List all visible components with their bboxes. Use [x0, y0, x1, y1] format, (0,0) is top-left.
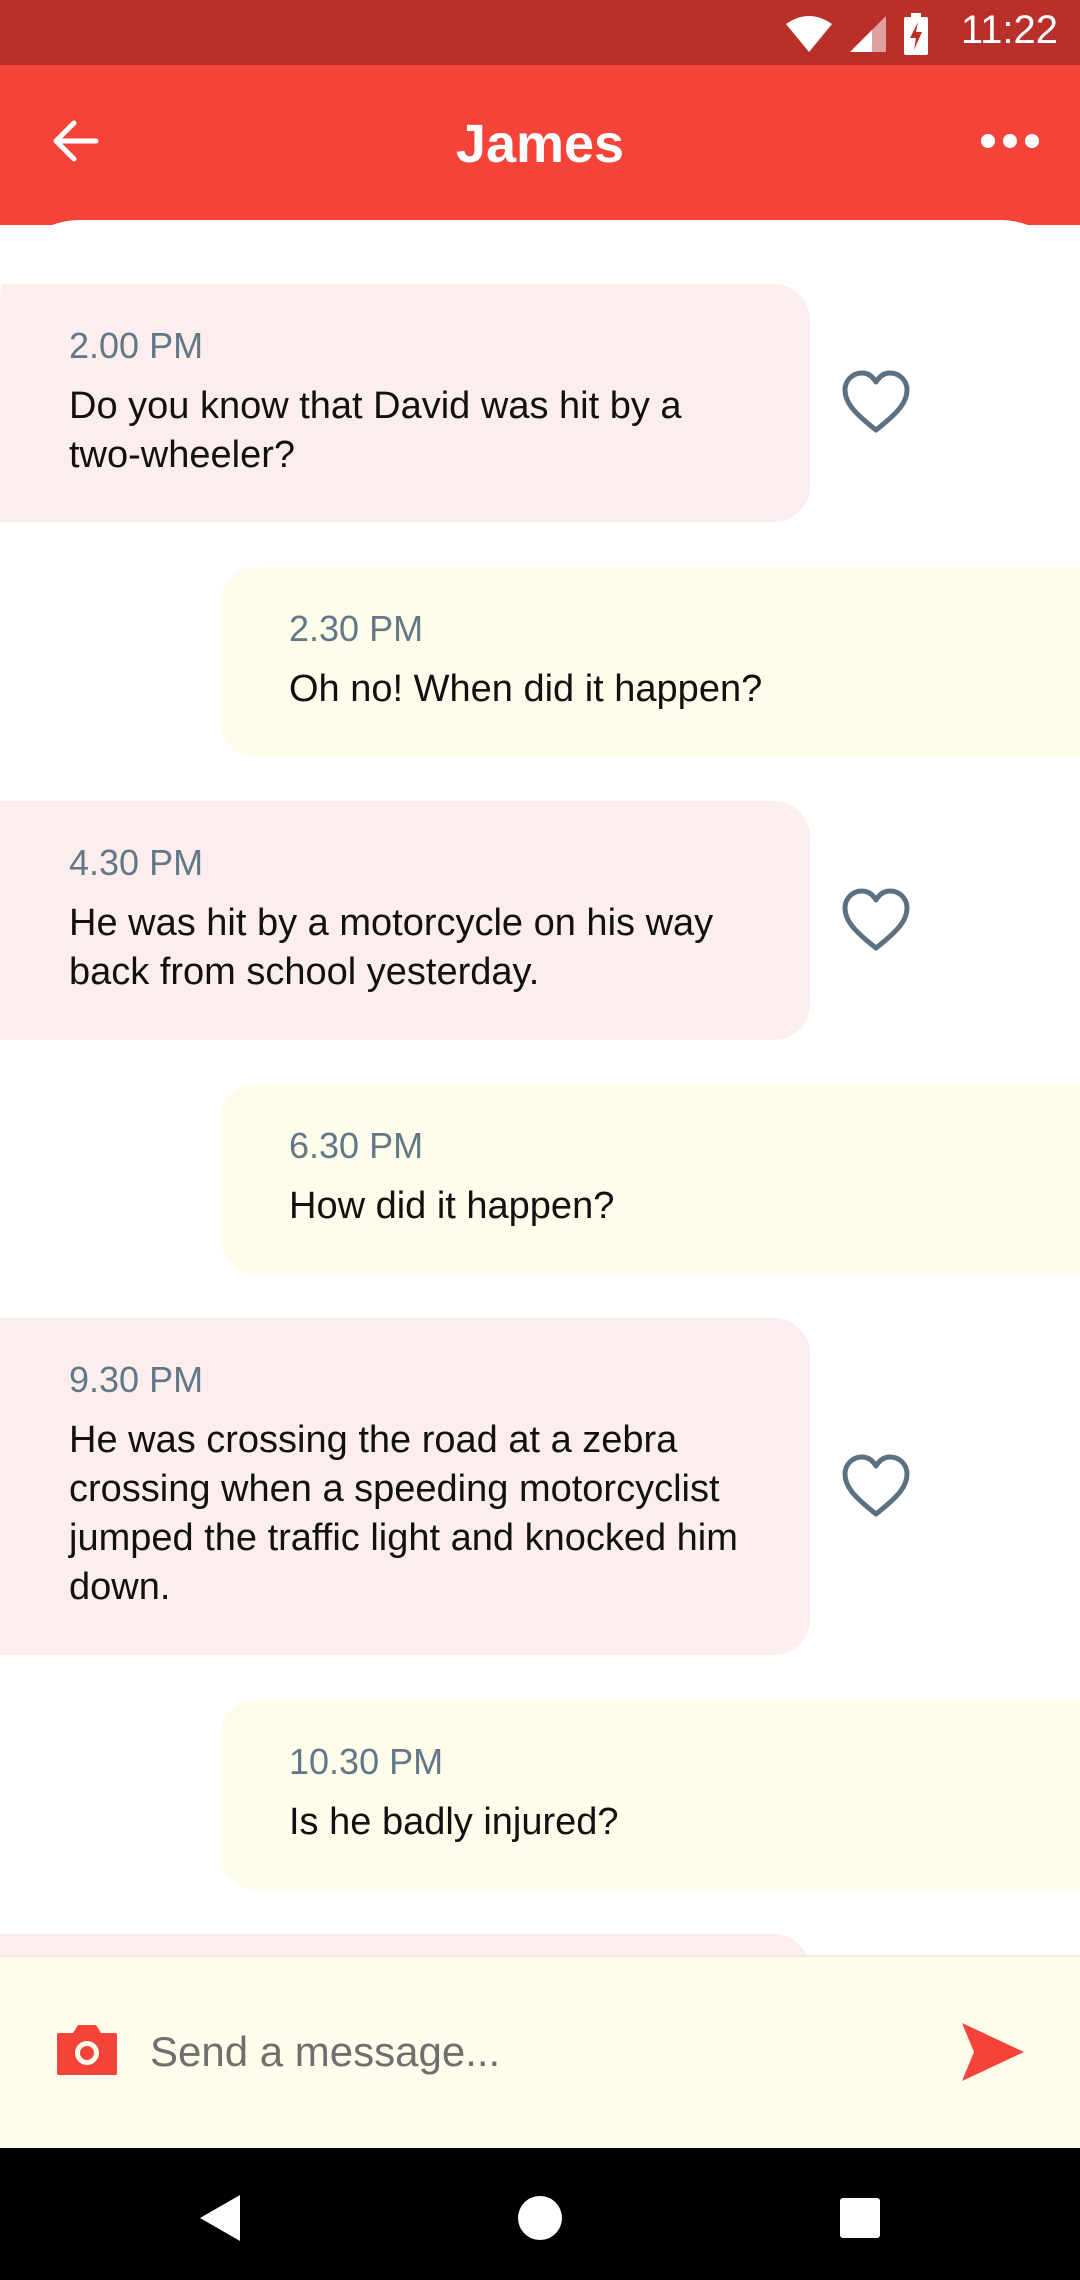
message-input[interactable]: [150, 2007, 910, 2097]
camera-icon: [57, 2025, 117, 2075]
nav-recents-button[interactable]: [830, 2188, 890, 2248]
outgoing-message: 10.30 PM Is he badly injured?: [220, 1700, 1080, 1890]
incoming-message: 2.00 PM Do you know that David was hit b…: [0, 284, 810, 522]
outgoing-message: 2.30 PM Oh no! When did it happen?: [220, 567, 1080, 757]
send-button[interactable]: [958, 2019, 1028, 2085]
message-text: Oh no! When did it happen?: [289, 668, 763, 710]
send-icon: [962, 2023, 1024, 2081]
heart-outline-icon: [842, 888, 910, 951]
heart-outline-icon: [842, 1454, 910, 1517]
message-text: How did it happen?: [289, 1185, 615, 1227]
outgoing-message: 6.30 PM How did it happen?: [220, 1084, 1080, 1274]
message-time: 4.30 PM: [69, 842, 204, 883]
message-text: He was hit by a motorcycle on his way ba…: [69, 902, 714, 993]
triangle-back-icon: [200, 2195, 240, 2241]
status-icons: [784, 12, 930, 56]
message-time: 9.30 PM: [69, 1359, 204, 1400]
cell-signal-icon: [850, 16, 886, 52]
app-bar: James: [0, 65, 1080, 225]
wifi-icon: [786, 16, 832, 52]
square-recents-icon: [840, 2198, 880, 2238]
message-time: 10.30 PM: [289, 1741, 444, 1782]
message-time: 6.30 PM: [289, 1125, 424, 1166]
incoming-message: 4.30 PM He was hit by a motorcycle on hi…: [0, 801, 810, 1040]
more-options-button[interactable]: [970, 105, 1050, 177]
message-composer: [0, 1955, 1080, 2148]
camera-button[interactable]: [55, 2021, 119, 2077]
page-title: James: [455, 114, 625, 174]
circle-home-icon: [518, 2196, 562, 2240]
message-time: 2.30 PM: [289, 608, 424, 649]
incoming-message-partial: [0, 1934, 810, 1955]
status-bar: 11:22: [0, 0, 1080, 65]
more-horizontal-icon: [981, 134, 1039, 148]
message-time: 2.00 PM: [69, 325, 204, 366]
status-time: 11:22: [960, 8, 1058, 52]
incoming-message: 9.30 PM He was crossing the road at a ze…: [0, 1318, 810, 1655]
message-text: Do you know that David was hit by a two-…: [69, 385, 682, 476]
like-button[interactable]: [838, 364, 914, 440]
heart-outline-icon: [842, 370, 910, 433]
nav-home-button[interactable]: [510, 2188, 570, 2248]
like-button[interactable]: [838, 882, 914, 958]
battery-charging-icon: [904, 13, 928, 55]
message-text: He was crossing the road at a zebra cros…: [69, 1419, 738, 1608]
like-button[interactable]: [838, 1448, 914, 1524]
message-text: Is he badly injured?: [289, 1801, 619, 1843]
chat-list[interactable]: 2.00 PM Do you know that David was hit b…: [0, 220, 1080, 1955]
nav-back-button[interactable]: [190, 2188, 250, 2248]
system-nav-bar: [0, 2148, 1080, 2280]
